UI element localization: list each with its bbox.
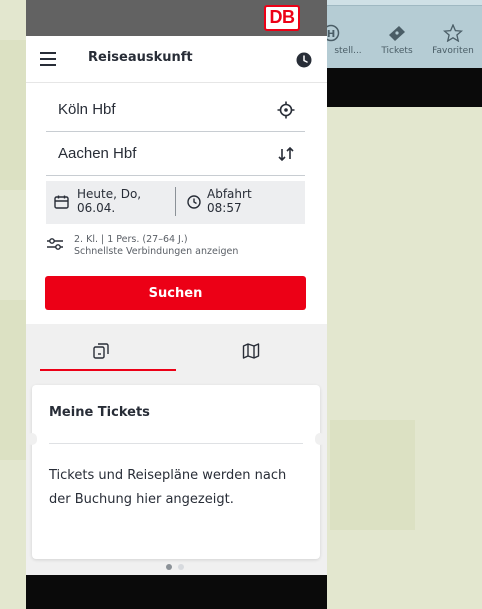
- background-nav-label: stell...: [334, 46, 362, 56]
- calendar-icon[interactable]: [54, 195, 69, 209]
- date-line-1: Heute, Do,: [77, 187, 142, 201]
- locate-icon[interactable]: [277, 101, 295, 119]
- date-time-selector: Heute, Do, 06.04. Abfahrt 08:57: [46, 181, 305, 224]
- time-value: 08:57: [207, 201, 242, 215]
- my-tickets-card: Meine Tickets Tickets und Reisepläne wer…: [27, 385, 325, 559]
- background-app-window: H stell... Tickets Favoriten: [322, 0, 482, 107]
- search-form: Köln Hbf Aachen Hbf Heute, Do, 06.04. Ab…: [26, 83, 327, 324]
- background-app-bottom: [326, 68, 482, 107]
- background-nav-item-tickets[interactable]: Tickets: [370, 12, 424, 68]
- map-icon: [242, 343, 260, 359]
- page-dot-active[interactable]: [166, 564, 172, 570]
- empty-tickets-message: Tickets und Reisepläne werden nach der B…: [49, 468, 287, 507]
- background-nav-item-station[interactable]: H stell...: [322, 12, 370, 68]
- to-field[interactable]: Aachen Hbf: [46, 132, 305, 176]
- date-time-divider: [175, 187, 176, 216]
- travel-options[interactable]: 2. Kl. | 1 Pers. (27–64 J.) Schnellste V…: [46, 232, 316, 262]
- history-clock-icon[interactable]: [296, 52, 312, 68]
- options-connection-mode: Schnellste Verbindungen anzeigen: [74, 246, 239, 257]
- card-notch-left: [27, 433, 37, 445]
- background-panel: [330, 420, 415, 530]
- date-button[interactable]: Heute, Do, 06.04.: [77, 187, 141, 215]
- filter-sliders-icon: [47, 238, 63, 250]
- time-label: Abfahrt: [207, 187, 252, 201]
- background-nav-item-favorites[interactable]: Favoriten: [424, 12, 482, 68]
- active-tab-indicator: [40, 369, 176, 371]
- svg-text:H: H: [327, 29, 335, 40]
- background-nav-label: Tickets: [381, 46, 413, 56]
- clock-icon[interactable]: [187, 195, 201, 209]
- tab-map[interactable]: [176, 324, 326, 372]
- date-line-2: 06.04.: [77, 201, 116, 215]
- background-app-nav: H stell... Tickets Favoriten: [322, 6, 482, 68]
- page-title: Reiseauskunft: [88, 50, 193, 65]
- card-divider: [49, 443, 303, 444]
- background-panel: [0, 300, 28, 460]
- time-button[interactable]: Abfahrt 08:57: [207, 187, 252, 215]
- app-header: Reiseauskunft: [26, 36, 327, 83]
- swap-icon[interactable]: [277, 145, 295, 163]
- background-nav-label: Favoriten: [432, 46, 474, 56]
- search-button[interactable]: Suchen: [45, 276, 306, 310]
- page-dot[interactable]: [178, 564, 184, 570]
- card-notch-right: [315, 433, 325, 445]
- tab-tickets[interactable]: [26, 324, 176, 372]
- to-field-value: Aachen Hbf: [58, 145, 137, 162]
- phone-screen: DB Reiseauskunft Köln Hbf Aachen Hbf Heu…: [26, 0, 327, 609]
- db-logo: DB: [264, 5, 300, 31]
- background-panel: [0, 40, 28, 190]
- tab-bar: [26, 324, 327, 374]
- page-indicator: [166, 564, 190, 570]
- tickets-icon: [93, 343, 109, 359]
- navigation-bar: [26, 575, 327, 609]
- from-field-value: Köln Hbf: [58, 101, 116, 118]
- my-tickets-title: Meine Tickets: [49, 405, 150, 420]
- ticket-icon: [389, 26, 405, 41]
- options-summary: 2. Kl. | 1 Pers. (27–64 J.): [74, 234, 188, 245]
- hamburger-menu-icon[interactable]: [40, 52, 56, 66]
- star-icon: [443, 24, 463, 42]
- status-bar: DB: [26, 0, 327, 36]
- from-field[interactable]: Köln Hbf: [46, 88, 305, 132]
